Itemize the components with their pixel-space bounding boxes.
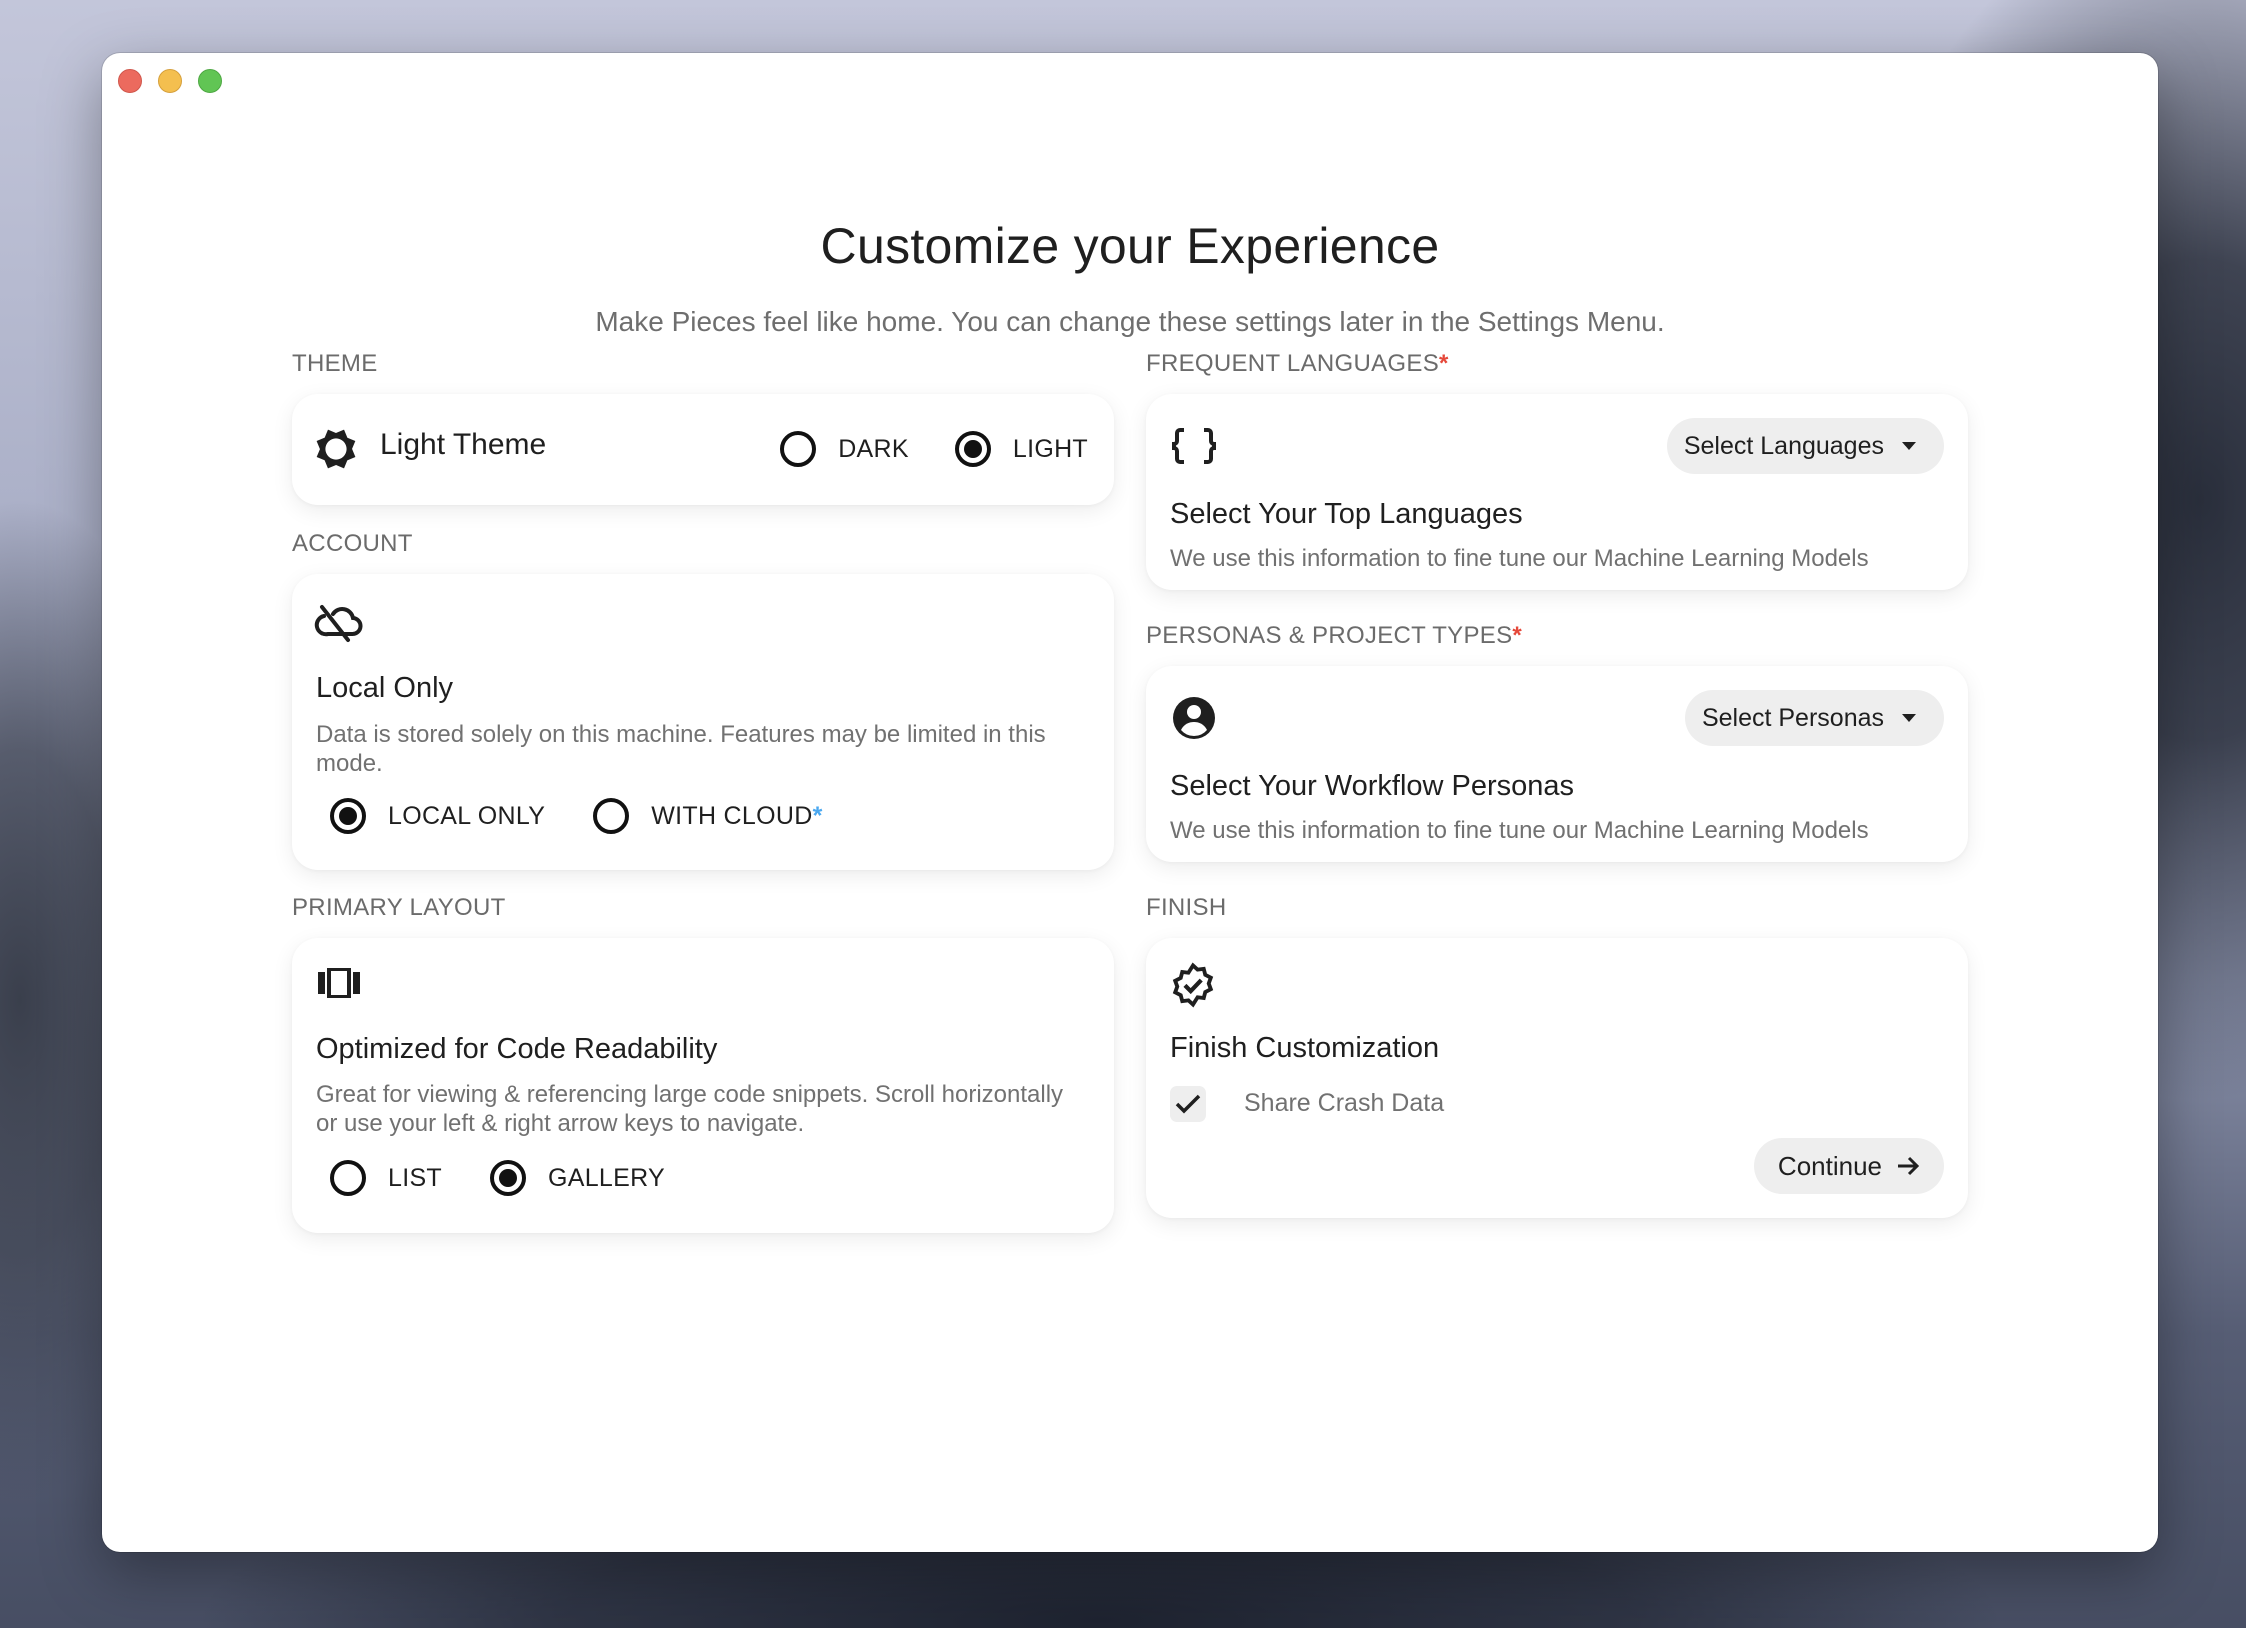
- page-title: Customize your Experience: [820, 218, 1440, 274]
- account-circle-icon: [1172, 696, 1216, 740]
- arrow-right-icon: [1898, 1156, 1920, 1176]
- account-radio-group: LOCAL ONLY WITH CLOUD*: [330, 798, 823, 834]
- personas-card: Select Personas Select Your Workflow Per…: [1146, 666, 1968, 862]
- account-local-only-radio[interactable]: LOCAL ONLY: [330, 798, 545, 834]
- finish-section-label: FINISH: [1146, 894, 1226, 922]
- with-cloud-text: WITH CLOUD: [651, 801, 813, 830]
- account-local-only-label: LOCAL ONLY: [388, 801, 546, 830]
- select-languages-label: Select Languages: [1683, 431, 1884, 460]
- window-controls: [118, 69, 222, 93]
- languages-section-label-text: FREQUENT LANGUAGES: [1146, 350, 1440, 377]
- layout-description: Great for viewing & referencing large co…: [316, 1081, 1064, 1137]
- personas-description: We use this information to fine tune our…: [1170, 817, 1869, 844]
- account-heading: Local Only: [316, 672, 454, 704]
- account-with-cloud-radio[interactable]: WITH CLOUD*: [593, 798, 822, 834]
- caret-down-icon: [1902, 442, 1916, 450]
- theme-radio-group: DARK LIGHT: [780, 431, 1088, 467]
- finish-heading: Finish Customization: [1170, 1032, 1440, 1064]
- select-personas-label: Select Personas: [1701, 703, 1884, 732]
- radio-circle[interactable]: [593, 798, 630, 834]
- layout-card: Optimized for Code Readability Great for…: [292, 938, 1114, 1233]
- select-personas-dropdown[interactable]: Select Personas: [1684, 690, 1944, 746]
- layout-list-label: LIST: [388, 1163, 442, 1192]
- layout-section-label-text: PRIMARY LAYOUT: [292, 894, 506, 921]
- cloud-off-icon: [314, 602, 364, 644]
- theme-light-label: LIGHT: [1012, 434, 1088, 463]
- share-crash-data-checkbox[interactable]: [1170, 1086, 1206, 1122]
- share-crash-data-label[interactable]: Share Crash Data: [1244, 1089, 1444, 1118]
- account-card: Local Only Data is stored solely on this…: [292, 574, 1114, 870]
- app-window: Customize your Experience Make Pieces fe…: [102, 53, 2158, 1552]
- window-maximize-button[interactable]: [198, 69, 222, 93]
- theme-current-label: Light Theme: [380, 428, 547, 461]
- continue-button[interactable]: Continue: [1753, 1138, 1944, 1194]
- radio-selected-dot: [963, 440, 982, 458]
- radio-selected-dot: [499, 1169, 517, 1187]
- personas-section-label: PERSONAS & PROJECT TYPES*: [1146, 622, 1522, 650]
- radio-circle[interactable]: [490, 1160, 526, 1196]
- account-section-label-text: ACCOUNT: [292, 530, 413, 557]
- theme-section-label-text: THEME: [292, 350, 378, 377]
- window-minimize-button[interactable]: [158, 69, 182, 93]
- brightness-icon: [312, 425, 360, 473]
- layout-gallery-radio[interactable]: GALLERY: [490, 1160, 665, 1196]
- layout-radio-group: LIST GALLERY: [330, 1160, 665, 1196]
- account-section-label: ACCOUNT: [292, 530, 413, 558]
- layout-section-label: PRIMARY LAYOUT: [292, 894, 506, 922]
- finish-section-label-text: FINISH: [1146, 894, 1227, 921]
- cloud-marker: *: [812, 801, 823, 830]
- personas-heading: Select Your Workflow Personas: [1170, 770, 1575, 802]
- languages-description: We use this information to fine tune our…: [1170, 545, 1869, 572]
- continue-label: Continue: [1777, 1150, 1882, 1181]
- theme-dark-radio[interactable]: DARK: [780, 431, 909, 467]
- theme-light-radio[interactable]: LIGHT: [954, 431, 1088, 467]
- layout-list-radio[interactable]: LIST: [330, 1160, 442, 1196]
- radio-circle[interactable]: [330, 1160, 366, 1196]
- account-with-cloud-label: WITH CLOUD*: [651, 802, 822, 831]
- personas-section-label-text: PERSONAS & PROJECT TYPES: [1146, 622, 1513, 649]
- theme-section-label: THEME: [292, 350, 378, 378]
- account-description: Data is stored solely on this machine. F…: [316, 721, 1046, 777]
- languages-heading: Select Your Top Languages: [1170, 498, 1523, 530]
- theme-card: Light Theme DARK LIGHT: [292, 394, 1114, 505]
- page-subtitle: Make Pieces feel like home. You can chan…: [595, 306, 1665, 337]
- required-marker: *: [1512, 622, 1523, 649]
- radio-selected-dot: [339, 807, 357, 825]
- radio-circle[interactable]: [954, 431, 991, 467]
- finish-card: Finish Customization Share Crash Data Co…: [1146, 938, 1968, 1218]
- theme-dark-label: DARK: [838, 434, 909, 463]
- layout-gallery-label: GALLERY: [548, 1163, 665, 1192]
- check-icon: [1175, 1094, 1201, 1114]
- view-carousel-icon: [318, 968, 360, 998]
- layout-heading: Optimized for Code Readability: [316, 1033, 718, 1065]
- select-languages-dropdown[interactable]: Select Languages: [1666, 418, 1944, 474]
- languages-card: Select Languages Select Your Top Languag…: [1146, 394, 1968, 590]
- window-close-button[interactable]: [118, 69, 142, 93]
- radio-circle[interactable]: [780, 431, 817, 467]
- caret-down-icon: [1902, 714, 1916, 722]
- verified-badge-icon: [1170, 962, 1216, 1008]
- code-braces-icon: [1172, 428, 1216, 464]
- required-marker: *: [1439, 350, 1449, 377]
- radio-circle[interactable]: [330, 798, 366, 834]
- languages-section-label: FREQUENT LANGUAGES*: [1146, 350, 1449, 378]
